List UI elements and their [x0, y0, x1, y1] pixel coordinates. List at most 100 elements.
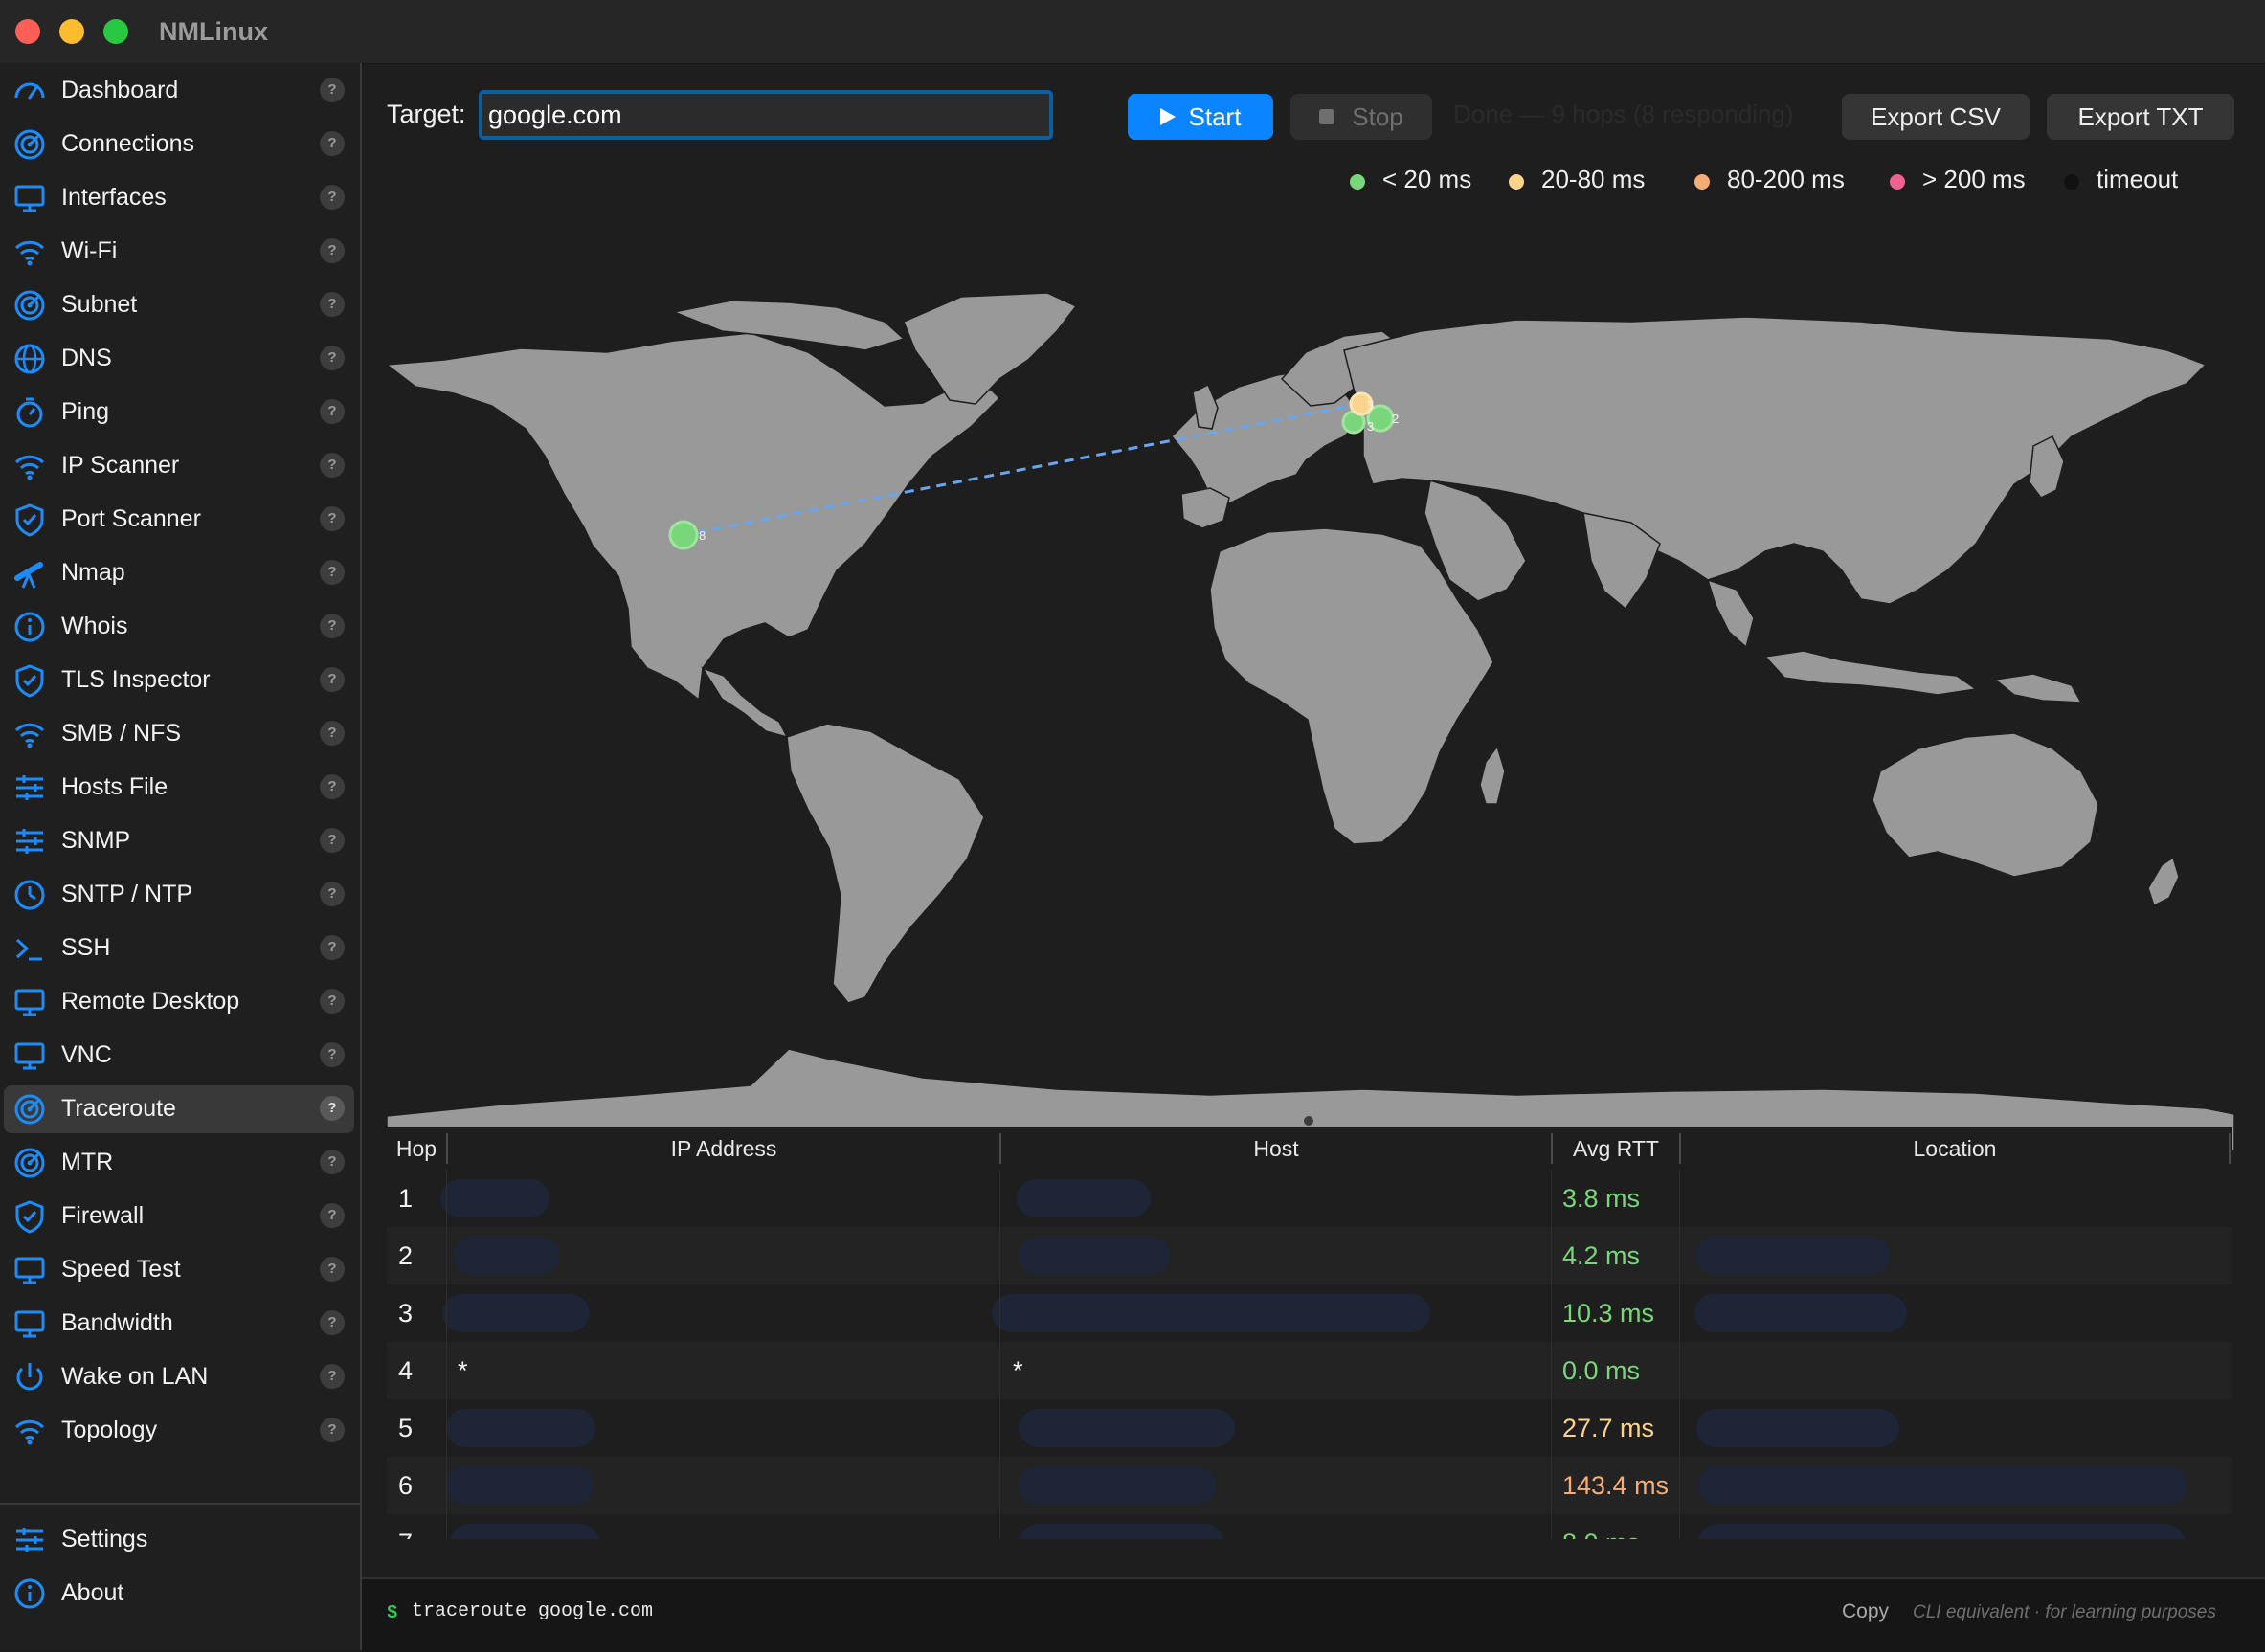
sidebar-item-subnet[interactable]: Subnet? [4, 281, 354, 329]
help-button[interactable]: ? [320, 1364, 345, 1389]
help-button[interactable]: ? [320, 989, 345, 1014]
sidebar-item-ssh[interactable]: SSH? [4, 925, 354, 972]
sidebar-item-ping[interactable]: Ping? [4, 389, 354, 436]
column-header-host[interactable]: Host [1001, 1127, 1551, 1170]
legend-swatch [1509, 174, 1524, 190]
sidebar-item-interfaces[interactable]: Interfaces? [4, 174, 354, 222]
sidebar-item-dns[interactable]: DNS? [4, 335, 354, 383]
sidebar-item-hosts-file[interactable]: Hosts File? [4, 764, 354, 812]
column-header-ip[interactable]: IP Address [448, 1127, 999, 1170]
power-icon [11, 1359, 48, 1395]
stop-button[interactable]: Stop [1290, 94, 1432, 140]
sidebar-item-connections[interactable]: Connections? [4, 121, 354, 168]
stop-label: Stop [1352, 102, 1403, 131]
sidebar-item-traceroute[interactable]: Traceroute? [4, 1085, 354, 1133]
sidebar-item-wi-fi[interactable]: Wi-Fi? [4, 228, 354, 276]
sidebar-item-dashboard[interactable]: Dashboard? [4, 67, 354, 115]
sidebar-item-sntp-ntp[interactable]: SNTP / NTP? [4, 871, 354, 919]
sidebar-item-smb-nfs[interactable]: SMB / NFS? [4, 710, 354, 758]
help-button[interactable]: ? [320, 1042, 345, 1067]
help-button[interactable]: ? [320, 614, 345, 638]
sidebar-item-speed-test[interactable]: Speed Test? [4, 1246, 354, 1294]
table-row[interactable]: 6 143.4 ms [387, 1457, 2232, 1514]
export-txt-button[interactable]: Export TXT [2047, 94, 2234, 140]
sidebar-item-topology[interactable]: Topology? [4, 1407, 354, 1455]
help-button[interactable]: ? [320, 453, 345, 478]
sidebar-item-label: VNC [61, 1041, 112, 1068]
help-button[interactable]: ? [320, 506, 345, 531]
sidebar-item-settings[interactable]: Settings [4, 1516, 354, 1564]
sidebar-item-mtr[interactable]: MTR? [4, 1139, 354, 1187]
column-header-hop[interactable]: Hop [387, 1127, 446, 1170]
wifi-icon [11, 448, 48, 484]
table-row[interactable]: 4 * * 0.0 ms [387, 1342, 2232, 1399]
sidebar-item-vnc[interactable]: VNC? [4, 1032, 354, 1080]
close-window-button[interactable] [15, 19, 40, 44]
radar-icon [11, 126, 48, 163]
help-button[interactable]: ? [320, 1096, 345, 1121]
sliders-icon [11, 823, 48, 859]
monitor-icon [11, 984, 48, 1020]
help-button[interactable]: ? [320, 185, 345, 210]
hop-marker[interactable] [668, 520, 699, 550]
sidebar-item-label: Dashboard [61, 77, 179, 103]
sidebar-item-about[interactable]: About [4, 1570, 354, 1618]
sidebar-item-whois[interactable]: Whois? [4, 603, 354, 651]
sidebar-item-nmap[interactable]: Nmap? [4, 549, 354, 597]
sidebar-item-snmp[interactable]: SNMP? [4, 817, 354, 865]
help-button[interactable]: ? [320, 828, 345, 853]
stopwatch-icon [11, 394, 48, 431]
help-button[interactable]: ? [320, 346, 345, 370]
help-button[interactable]: ? [320, 774, 345, 799]
sidebar-item-wake-on-lan[interactable]: Wake on LAN? [4, 1353, 354, 1401]
column-header-location[interactable]: Location [1681, 1127, 2229, 1170]
copy-button[interactable]: Copy [1842, 1600, 1889, 1623]
world-map[interactable]: 2 3 5 8 [387, 293, 2234, 1150]
help-button[interactable]: ? [320, 1257, 345, 1282]
sidebar-item-label: Subnet [61, 291, 138, 318]
redacted-value [442, 1294, 590, 1332]
sidebar-item-remote-desktop[interactable]: Remote Desktop? [4, 978, 354, 1026]
splitter-handle[interactable] [1304, 1116, 1313, 1126]
indonesia-landmass [1763, 650, 1978, 696]
sidebar-item-tls-inspector[interactable]: TLS Inspector? [4, 657, 354, 704]
telescope-icon [11, 555, 48, 592]
table-row[interactable]: 3 10.3 ms [387, 1284, 2232, 1342]
world-map-svg: 2 3 5 8 [387, 293, 2234, 1150]
table-row[interactable]: 2 4.2 ms [387, 1227, 2232, 1284]
help-button[interactable]: ? [320, 1150, 345, 1174]
sidebar-item-label: SNMP [61, 827, 131, 854]
target-input[interactable] [479, 90, 1053, 140]
help-button[interactable]: ? [320, 667, 345, 692]
column-separator[interactable] [2229, 1133, 2231, 1164]
sidebar-item-bandwidth[interactable]: Bandwidth? [4, 1300, 354, 1348]
help-button[interactable]: ? [320, 238, 345, 263]
help-button[interactable]: ? [320, 560, 345, 585]
monitor-icon [11, 1252, 48, 1288]
help-button[interactable]: ? [320, 1418, 345, 1442]
redacted-value [1694, 1294, 1907, 1332]
help-button[interactable]: ? [320, 399, 345, 424]
sidebar-item-firewall[interactable]: Firewall? [4, 1193, 354, 1240]
start-button[interactable]: Start [1128, 94, 1273, 140]
export-csv-button[interactable]: Export CSV [1842, 94, 2030, 140]
help-button[interactable]: ? [320, 1310, 345, 1335]
help-button[interactable]: ? [320, 131, 345, 156]
help-button[interactable]: ? [320, 721, 345, 746]
central-america-landmass [701, 666, 789, 739]
zoom-window-button[interactable] [103, 19, 128, 44]
help-button[interactable]: ? [320, 1203, 345, 1228]
monitor-icon [11, 1306, 48, 1342]
sidebar-item-port-scanner[interactable]: Port Scanner? [4, 496, 354, 544]
table-row[interactable]: 5 27.7 ms [387, 1399, 2232, 1457]
column-header-avg-rtt[interactable]: Avg RTT [1553, 1127, 1679, 1170]
help-button[interactable]: ? [320, 292, 345, 317]
sidebar-item-ip-scanner[interactable]: IP Scanner? [4, 442, 354, 490]
help-button[interactable]: ? [320, 78, 345, 102]
minimize-window-button[interactable] [59, 19, 84, 44]
hop-marker-label: 3 [1367, 419, 1374, 434]
table-row[interactable]: 7 8.0 ms [387, 1514, 2232, 1539]
help-button[interactable]: ? [320, 882, 345, 906]
table-row[interactable]: 1 3.8 ms [387, 1170, 2232, 1227]
help-button[interactable]: ? [320, 935, 345, 960]
